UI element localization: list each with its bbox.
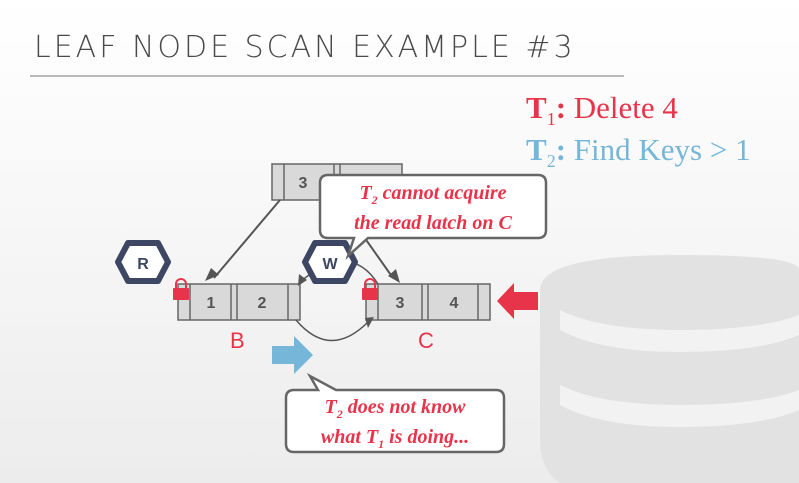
leaf-b-key-1: 1 (207, 295, 216, 312)
leaf-node-b: 1 2 (177, 283, 301, 321)
callout-bottom-line1-post: does not know (342, 396, 466, 418)
leaf-b-key-2: 2 (258, 295, 267, 312)
t1-position-arrow-icon (497, 283, 538, 319)
read-latch-label: R (137, 256, 149, 273)
callout-bottom-line2: what T1 is doing... (288, 426, 502, 456)
callout-top-line1-pre: T (359, 182, 372, 204)
link-b-to-c (295, 319, 369, 342)
callout-bottom-line2-post: is doing... (384, 426, 470, 448)
root-key: 3 (299, 175, 308, 192)
read-latch-badge: R (115, 240, 171, 284)
leaf-c-key-1: 3 (396, 295, 405, 312)
lock-icon-b (173, 278, 189, 300)
lock-icon-c (362, 278, 378, 300)
callout-bottom-line2-pre: what T (320, 426, 379, 448)
leaf-node-c: 3 4 (365, 283, 491, 321)
pointer-to-b (213, 199, 281, 279)
t2-position-arrow-icon (272, 336, 313, 374)
callout-bottom-text: T2 does not know what T1 is doing... (288, 396, 502, 456)
callout-top-line2: the read latch on C (354, 212, 512, 234)
arrowhead-b (205, 268, 219, 281)
callout-top-line1: T2 cannot acquire (322, 182, 544, 212)
write-latch-label: W (322, 256, 338, 273)
callout-bottom-line1-pre: T (324, 396, 337, 418)
leaf-c-key-2: 4 (450, 295, 459, 312)
leaf-b-name: B (230, 328, 245, 353)
write-latch-badge: W (302, 240, 358, 284)
callout-bottom-line1: T2 does not know (288, 396, 502, 426)
callout-top-text: T2 cannot acquire the read latch on C (322, 182, 544, 235)
arrowhead-c (388, 269, 400, 283)
database-watermark-icon (540, 255, 799, 483)
callout-top-line1-post: cannot acquire (377, 182, 507, 204)
leaf-c-name: C (418, 328, 434, 353)
